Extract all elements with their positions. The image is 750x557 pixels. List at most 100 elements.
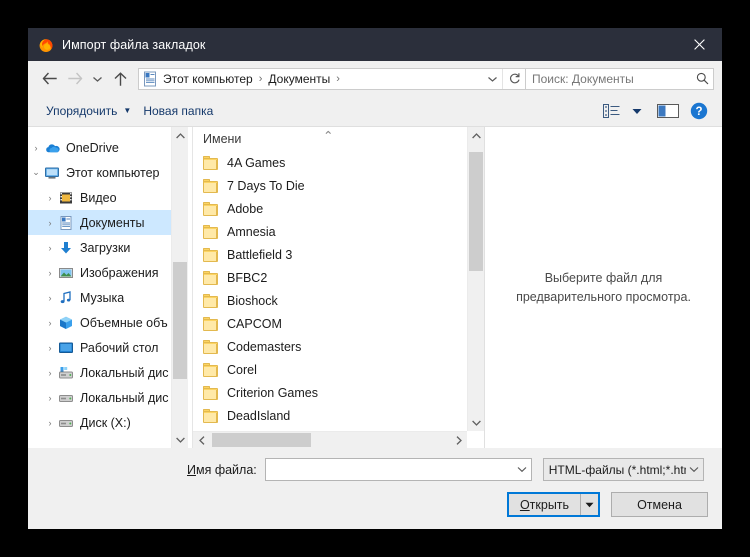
preview-message: Выберите файл для предварительного просм…: [516, 270, 691, 304]
folder-icon: [203, 247, 219, 262]
chevron-down-icon[interactable]: ⌄: [28, 167, 44, 178]
close-icon[interactable]: [676, 28, 722, 61]
filename-input[interactable]: [265, 461, 513, 478]
address-bar[interactable]: Этот компьютер › Документы ›: [138, 67, 526, 90]
sidebar-item-documents[interactable]: › Документы: [28, 210, 188, 235]
chevron-down-icon[interactable]: [686, 459, 703, 480]
list-item[interactable]: DeadIsland: [203, 404, 484, 427]
sidebar-item-3d-objects[interactable]: › Объемные объ: [28, 310, 188, 335]
sidebar-label: Загрузки: [80, 240, 131, 255]
list-item[interactable]: BFBC2: [203, 266, 484, 289]
firefox-icon: [38, 37, 54, 53]
search-box[interactable]: [526, 67, 714, 90]
list-item[interactable]: 4A Games: [203, 151, 484, 174]
cancel-button[interactable]: Отмена: [611, 492, 708, 517]
open-label-rest: ткрыть: [529, 497, 570, 512]
file-name: Bioshock: [227, 293, 278, 308]
folder-icon: [203, 155, 219, 170]
list-item[interactable]: Battlefield 3: [203, 243, 484, 266]
sidebar-item-videos[interactable]: › Видео: [28, 185, 188, 210]
file-list-horizontal-scrollbar[interactable]: [193, 431, 467, 448]
search-icon[interactable]: [691, 72, 713, 85]
file-name: 4A Games: [227, 155, 286, 170]
chevron-down-icon[interactable]: [483, 69, 502, 89]
scroll-up-icon[interactable]: [172, 127, 188, 144]
chevron-right-icon[interactable]: ›: [42, 268, 58, 278]
column-header-name[interactable]: Имени ⌃: [193, 127, 484, 151]
sidebar-item-this-pc[interactable]: ⌄ Этот компьютер: [28, 160, 188, 185]
list-item[interactable]: Corel: [203, 358, 484, 381]
sidebar-label: Музыка: [80, 290, 125, 305]
scroll-right-icon[interactable]: [450, 432, 467, 448]
sidebar-item-pictures[interactable]: › Изображения: [28, 260, 188, 285]
refresh-icon[interactable]: [502, 68, 525, 89]
folder-icon: [203, 270, 219, 285]
filename-combobox[interactable]: [264, 458, 532, 481]
sidebar-item-disk-x[interactable]: › Диск (X:): [28, 410, 188, 435]
sidebar-label: Рабочий стол: [80, 340, 159, 355]
scroll-down-icon[interactable]: [468, 414, 484, 431]
chevron-right-icon[interactable]: ›: [42, 318, 58, 328]
file-list-scroll-track[interactable]: [468, 144, 484, 414]
open-button[interactable]: Открыть: [509, 494, 581, 515]
chevron-right-icon[interactable]: ›: [42, 243, 58, 253]
list-item[interactable]: Bioshock: [203, 289, 484, 312]
chevron-right-icon[interactable]: ›: [28, 143, 44, 153]
horizontal-scroll-thumb[interactable]: [212, 433, 311, 447]
open-split-button[interactable]: Открыть: [507, 492, 600, 517]
breadcrumb-item-0[interactable]: Этот компьютер: [161, 72, 255, 86]
sidebar-item-music[interactable]: › Музыка: [28, 285, 188, 310]
back-button[interactable]: [36, 66, 62, 92]
list-item[interactable]: Adobe: [203, 197, 484, 220]
chevron-right-icon[interactable]: ›: [42, 393, 58, 403]
list-item[interactable]: Criterion Games: [203, 381, 484, 404]
filename-row: Имя файла: HTML-файлы (*.html;*.htm;*.s: [42, 458, 708, 481]
list-item[interactable]: CAPCOM: [203, 312, 484, 335]
filetype-combobox[interactable]: HTML-файлы (*.html;*.htm;*.s: [542, 458, 704, 481]
chevron-right-icon[interactable]: ›: [42, 218, 58, 228]
list-item[interactable]: Codemasters: [203, 335, 484, 358]
sidebar-item-downloads[interactable]: › Загрузки: [28, 235, 188, 260]
list-item[interactable]: 7 Days To Die: [203, 174, 484, 197]
scroll-up-icon[interactable]: [468, 127, 484, 144]
chevron-right-icon[interactable]: ›: [42, 343, 58, 353]
up-button[interactable]: [107, 66, 133, 92]
sidebar-item-local-disk-c[interactable]: › Локальный дис: [28, 360, 188, 385]
scroll-down-icon[interactable]: [172, 431, 188, 448]
recent-locations-button[interactable]: [88, 66, 107, 92]
sidebar-item-onedrive[interactable]: › OneDrive: [28, 135, 188, 160]
sidebar-scroll-track[interactable]: [172, 144, 188, 431]
3d-objects-icon: [58, 315, 74, 331]
folder-icon: [203, 362, 219, 377]
view-dropdown-button[interactable]: [624, 99, 650, 123]
forward-button[interactable]: [62, 66, 88, 92]
chevron-right-icon[interactable]: ›: [42, 418, 58, 428]
file-list-scroll-thumb[interactable]: [469, 152, 483, 271]
chevron-right-icon[interactable]: ›: [42, 193, 58, 203]
sidebar-label: Документы: [80, 215, 145, 230]
command-toolbar: Упорядочить ▼ Новая папка ?: [28, 96, 722, 126]
chevron-right-icon[interactable]: ›: [42, 368, 58, 378]
sidebar-scroll-thumb[interactable]: [173, 261, 187, 380]
chevron-down-icon[interactable]: [513, 459, 531, 480]
sidebar-label: Этот компьютер: [66, 165, 160, 180]
sidebar-item-desktop[interactable]: › Рабочий стол: [28, 335, 188, 360]
new-folder-button[interactable]: Новая папка: [137, 99, 219, 123]
file-name: Amnesia: [227, 224, 276, 239]
help-icon[interactable]: ?: [686, 99, 712, 123]
sidebar-item-local-disk-d[interactable]: › Локальный дис: [28, 385, 188, 410]
horizontal-scroll-track[interactable]: [210, 432, 450, 448]
scroll-left-icon[interactable]: [193, 432, 210, 448]
preview-pane: Выберите файл для предварительного просм…: [484, 127, 722, 448]
organize-button[interactable]: Упорядочить ▼: [40, 99, 137, 123]
caret-down-icon[interactable]: [581, 494, 598, 515]
search-input[interactable]: [526, 70, 691, 87]
cancel-label: Отмена: [637, 497, 682, 512]
view-list-icon[interactable]: [598, 99, 624, 123]
list-item[interactable]: Amnesia: [203, 220, 484, 243]
sidebar-scrollbar[interactable]: [171, 127, 188, 448]
file-list-vertical-scrollbar[interactable]: [467, 127, 484, 431]
preview-pane-icon[interactable]: [650, 99, 686, 123]
chevron-right-icon[interactable]: ›: [42, 293, 58, 303]
breadcrumb-item-1[interactable]: Документы: [266, 72, 332, 86]
